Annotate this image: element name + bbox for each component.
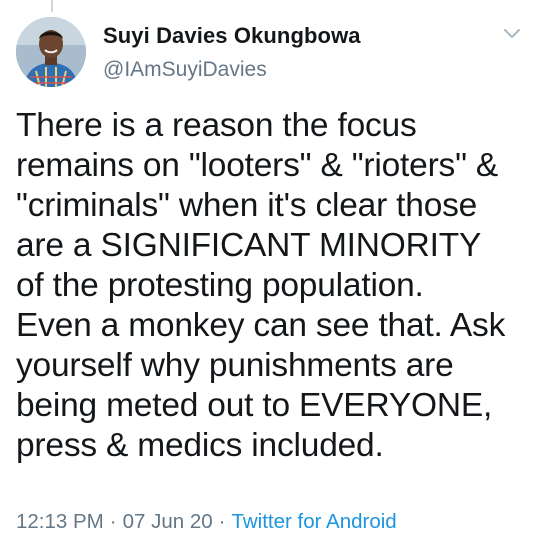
avatar[interactable] [16, 17, 86, 87]
tweet-text-line: Even a monkey can see that. Ask [16, 307, 506, 344]
tweet-source-link[interactable]: Twitter for Android [231, 510, 396, 533]
tweet-metadata: 12:13 PM · 07 Jun 20 · Twitter for Android [16, 508, 397, 536]
tweet-text-line: being meted out to EVERYONE, [16, 387, 493, 424]
separator-dot: · [218, 510, 226, 533]
tweet-header: Suyi Davies Okungbowa @IAmSuyiDavies [16, 17, 526, 89]
tweet-text: There is a reason the focus remains on "… [16, 106, 536, 466]
tweet-text-line: yourself why punishments are [16, 347, 454, 384]
tweet-text-line: press & medics included. [16, 427, 384, 464]
tweet-time[interactable]: 12:13 PM [16, 510, 104, 533]
author-names: Suyi Davies Okungbowa @IAmSuyiDavies [103, 23, 361, 83]
tweet-text-line: are a SIGNIFICANT MINORITY [16, 227, 482, 264]
tweet-text-line: of the protesting population. [16, 267, 424, 304]
tweet-text-line: remains on "looters" & "rioters" & [16, 147, 499, 184]
separator-dot: · [109, 510, 117, 533]
author-handle[interactable]: @IAmSuyiDavies [103, 57, 361, 83]
chevron-down-icon[interactable] [502, 27, 522, 41]
author-display-name[interactable]: Suyi Davies Okungbowa [103, 23, 361, 49]
tweet-text-line: "criminals" when it's clear those [16, 187, 478, 224]
tweet-text-line: There is a reason the focus [16, 107, 417, 144]
tweet-date[interactable]: 07 Jun 20 [123, 510, 213, 533]
thread-connector-line [51, 0, 53, 12]
